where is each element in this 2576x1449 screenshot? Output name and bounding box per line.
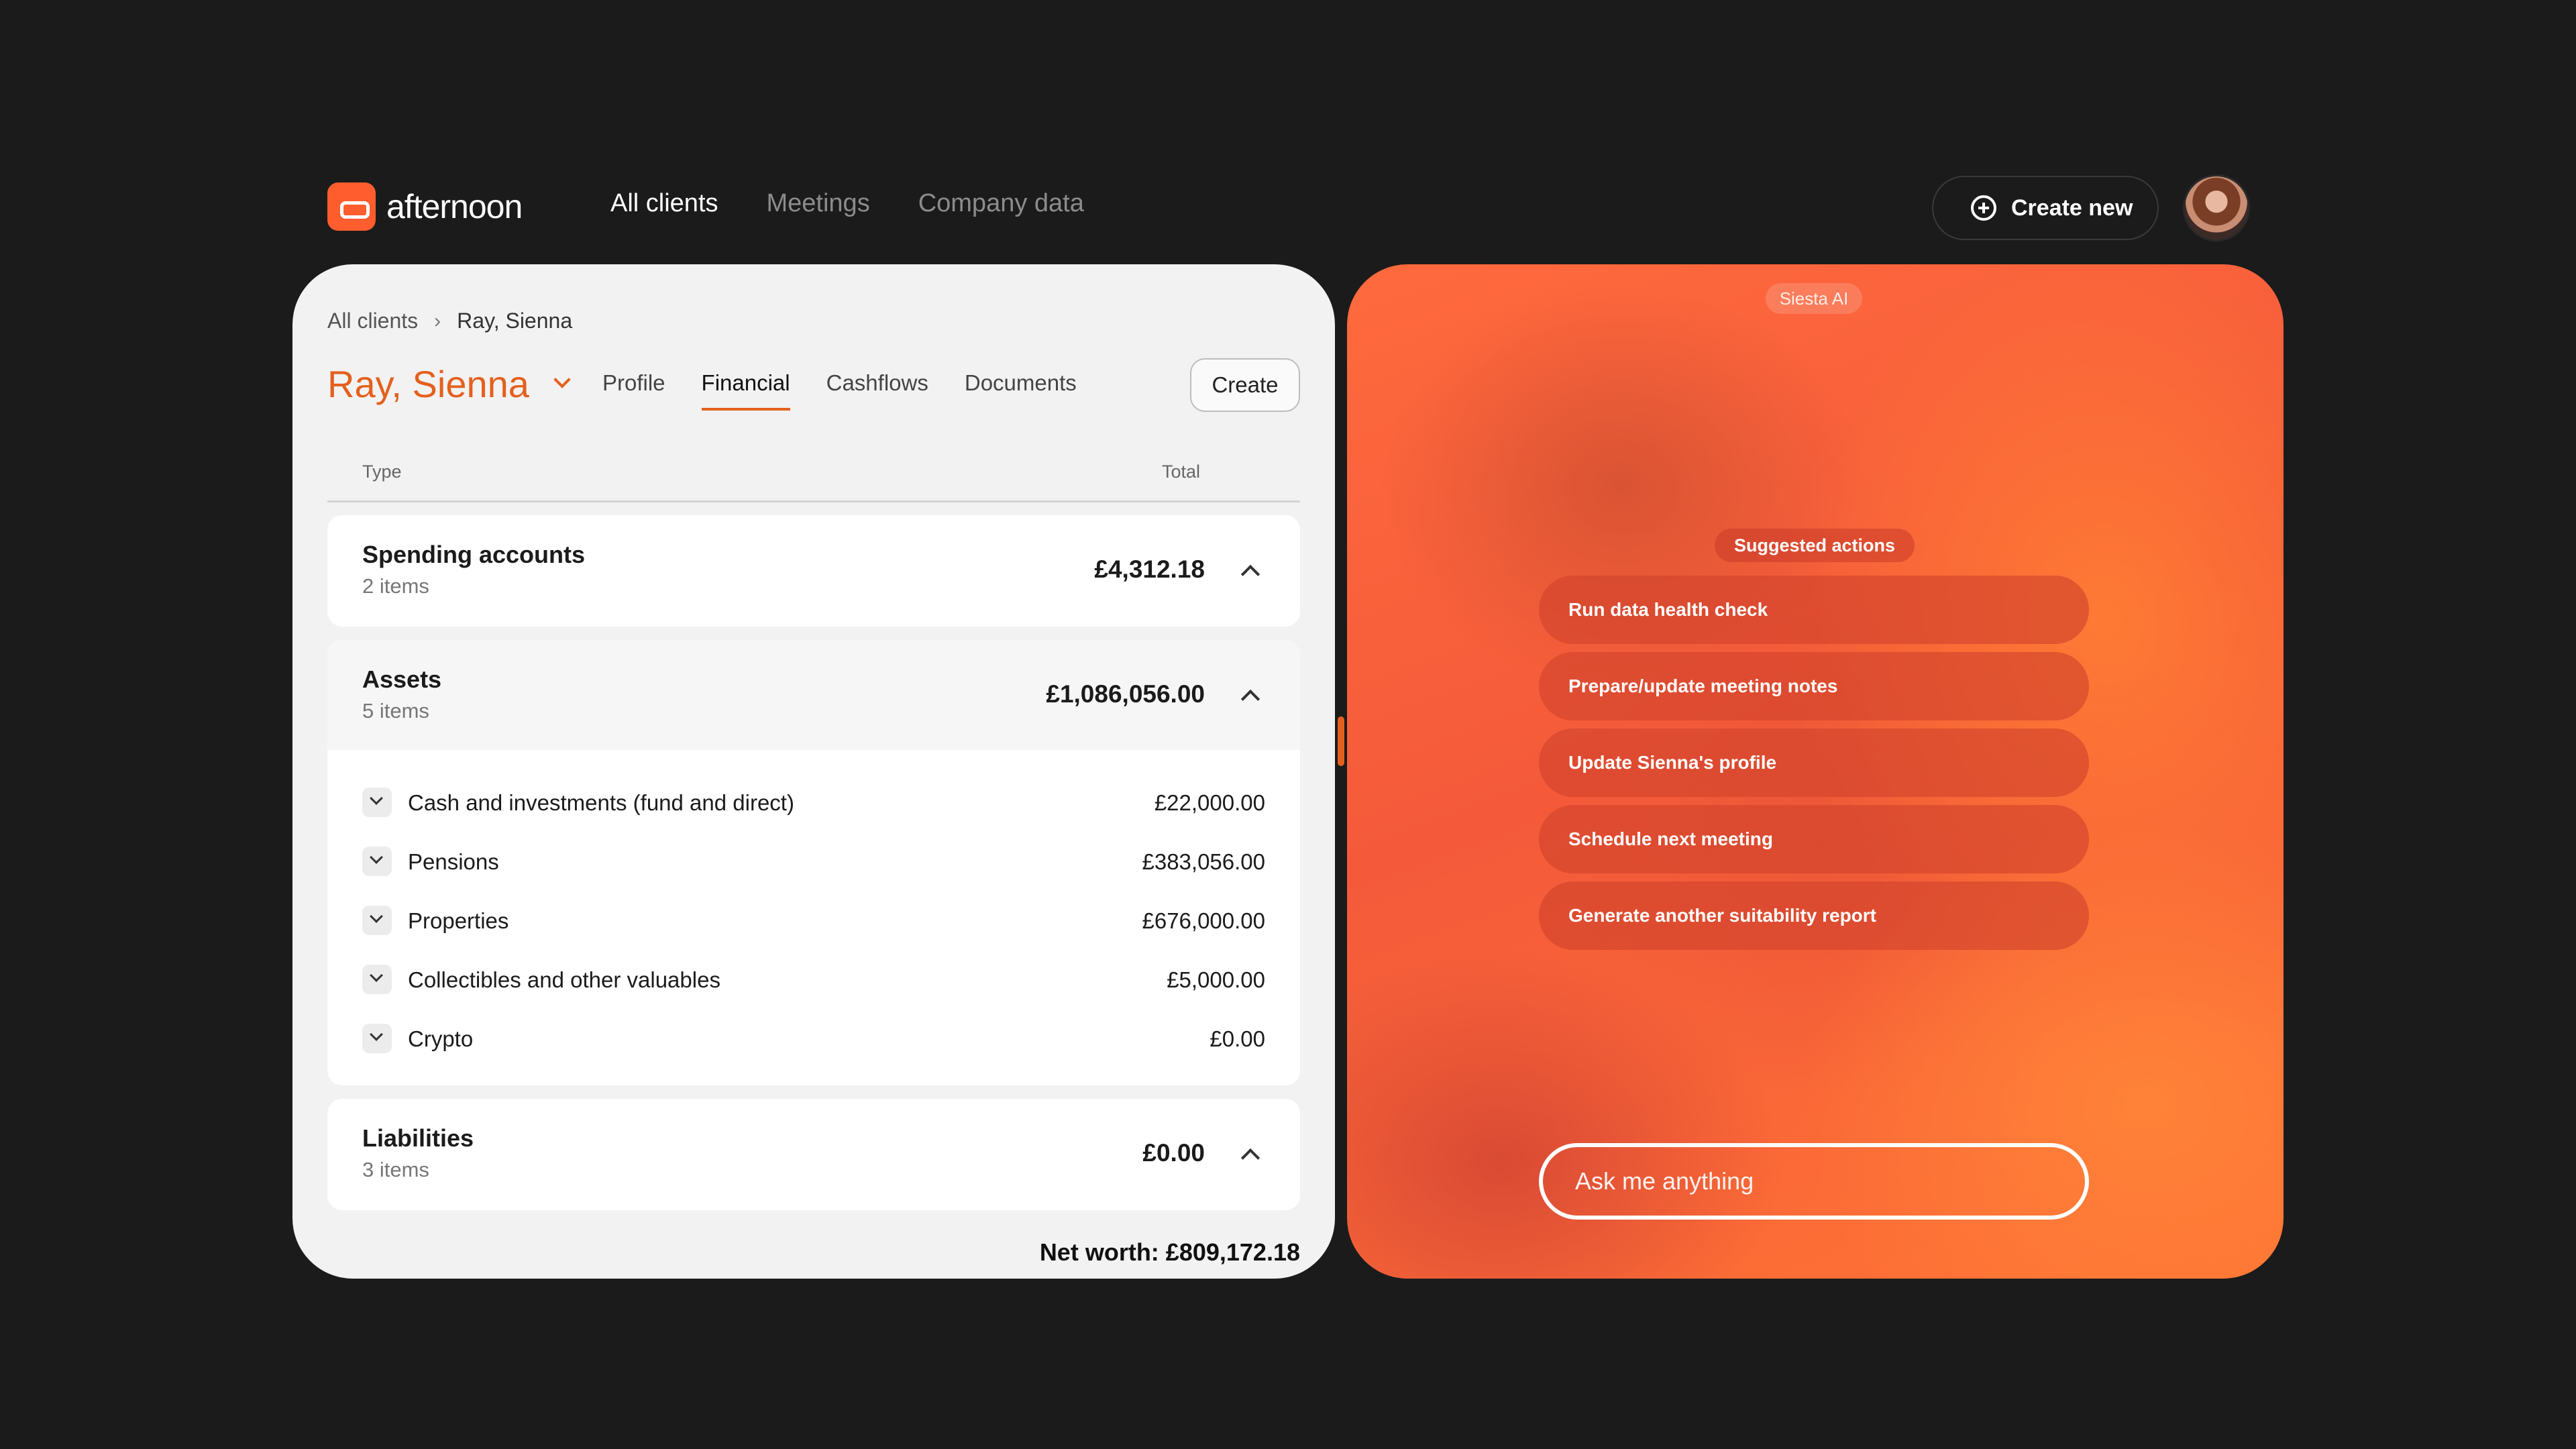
action-prepare-meeting-notes[interactable]: Prepare/update meeting notes <box>1539 652 2089 720</box>
logo[interactable]: afternoon <box>327 182 523 231</box>
header-divider <box>327 500 1300 502</box>
row-value: £5,000.00 <box>1167 967 1265 992</box>
expand-row-button[interactable] <box>362 906 392 935</box>
expand-row-button[interactable] <box>362 1024 392 1053</box>
expand-row-button[interactable] <box>362 788 392 817</box>
chevron-up-icon[interactable] <box>1240 689 1260 709</box>
tab-documents[interactable]: Documents <box>965 370 1077 411</box>
chevron-down-icon <box>370 1028 383 1041</box>
breadcrumb: All clients › Ray, Sienna <box>327 309 572 333</box>
group-liabilities: Liabilities 3 items £0.00 <box>327 1099 1300 1210</box>
assistant-name-badge: Siesta AI <box>1766 283 1862 314</box>
row-label: Cash and investments (fund and direct) <box>408 790 794 815</box>
create-button[interactable]: Create <box>1190 358 1300 412</box>
row-label: Crypto <box>408 1026 474 1051</box>
client-name: Ray, Sienna <box>327 363 529 405</box>
row-value: £0.00 <box>1210 1026 1265 1051</box>
table-row[interactable]: Properties £676,000.00 <box>327 892 1300 951</box>
user-avatar[interactable] <box>2183 174 2250 241</box>
group-title: Assets <box>362 665 442 693</box>
table-row[interactable]: Collectibles and other valuables £5,000.… <box>327 951 1300 1010</box>
action-run-data-health-check[interactable]: Run data health check <box>1539 576 2089 644</box>
chevron-up-icon[interactable] <box>1240 564 1260 584</box>
breadcrumb-all-clients[interactable]: All clients <box>327 309 418 333</box>
group-assets: Assets 5 items £1,086,056.00 Cash and in… <box>327 640 1300 1085</box>
breadcrumb-separator-icon: › <box>434 309 441 332</box>
row-value: £383,056.00 <box>1142 849 1265 874</box>
group-count: 2 items <box>362 574 429 598</box>
nav-company-data[interactable]: Company data <box>918 189 1084 218</box>
create-new-button[interactable]: Create new <box>1932 176 2159 240</box>
tab-financial[interactable]: Financial <box>701 370 790 411</box>
chevron-up-icon[interactable] <box>1240 1148 1260 1168</box>
create-new-label: Create new <box>2011 195 2133 221</box>
client-selector[interactable]: Ray, Sienna <box>327 362 571 406</box>
net-worth: Net worth: £809,172.18 <box>1039 1238 1300 1266</box>
expand-row-button[interactable] <box>362 965 392 994</box>
group-spending-accounts: Spending accounts 2 items £4,312.18 <box>327 515 1300 627</box>
action-update-profile[interactable]: Update Sienna's profile <box>1539 729 2089 797</box>
row-value: £22,000.00 <box>1154 790 1265 815</box>
group-total: £4,312.18 <box>1094 555 1205 583</box>
group-total: £0.00 <box>1142 1139 1205 1167</box>
breadcrumb-current: Ray, Sienna <box>457 309 573 333</box>
column-header-total: Total <box>1162 462 1201 482</box>
row-label: Properties <box>408 908 509 933</box>
table-row[interactable]: Pensions £383,056.00 <box>327 833 1300 892</box>
chevron-down-icon <box>370 969 383 982</box>
main-nav: All clients Meetings Company data <box>610 189 1084 218</box>
table-row[interactable]: Crypto £0.00 <box>327 1010 1300 1069</box>
row-label: Pensions <box>408 849 499 874</box>
chevron-down-icon <box>553 370 571 388</box>
row-value: £676,000.00 <box>1142 908 1265 933</box>
row-label: Collectibles and other valuables <box>408 967 720 992</box>
group-header-spending[interactable]: Spending accounts 2 items £4,312.18 <box>327 515 1300 625</box>
group-header-assets[interactable]: Assets 5 items £1,086,056.00 <box>327 640 1300 750</box>
group-count: 3 items <box>362 1158 429 1181</box>
ask-input[interactable] <box>1539 1143 2089 1220</box>
action-schedule-meeting[interactable]: Schedule next meeting <box>1539 805 2089 873</box>
action-generate-suitability-report[interactable]: Generate another suitability report <box>1539 881 2089 950</box>
nav-all-clients[interactable]: All clients <box>610 189 718 218</box>
chevron-down-icon <box>370 851 383 864</box>
chevron-down-icon <box>370 910 383 923</box>
top-navigation: afternoon All clients Meetings Company d… <box>0 0 2576 255</box>
chevron-down-icon <box>370 792 383 805</box>
group-count: 5 items <box>362 699 429 722</box>
tab-cashflows[interactable]: Cashflows <box>826 370 928 411</box>
table-row[interactable]: Cash and investments (fund and direct) £… <box>327 774 1300 833</box>
client-tabs: Profile Financial Cashflows Documents <box>602 370 1077 411</box>
column-header-type: Type <box>362 462 402 482</box>
assistant-panel: Siesta AI Suggested actions Run data hea… <box>1347 264 2284 1279</box>
plus-circle-icon <box>1971 195 1996 221</box>
group-title: Liabilities <box>362 1124 474 1152</box>
group-header-liabilities[interactable]: Liabilities 3 items £0.00 <box>327 1099 1300 1209</box>
logo-text: afternoon <box>386 188 523 225</box>
tab-profile[interactable]: Profile <box>602 370 665 411</box>
panel-resize-handle[interactable] <box>1338 716 1344 766</box>
logo-icon <box>327 182 376 231</box>
expand-row-button[interactable] <box>362 847 392 876</box>
group-total: £1,086,056.00 <box>1046 680 1205 708</box>
group-title: Spending accounts <box>362 541 586 568</box>
nav-meetings[interactable]: Meetings <box>767 189 870 218</box>
suggested-actions-label: Suggested actions <box>1715 529 1915 562</box>
client-panel: All clients › Ray, Sienna Ray, Sienna Pr… <box>292 264 1335 1279</box>
